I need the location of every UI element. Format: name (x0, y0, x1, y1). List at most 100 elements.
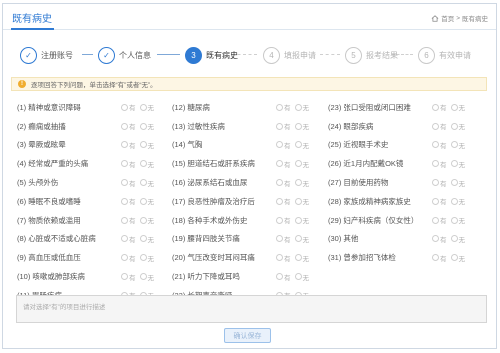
radio-option-no[interactable]: 无 (139, 102, 154, 112)
radio-option-no[interactable]: 无 (139, 234, 154, 244)
radio-option-no[interactable]: 无 (450, 121, 465, 131)
radio-button[interactable] (450, 216, 458, 224)
radio-option-yes[interactable]: 有 (276, 140, 291, 150)
radio-button[interactable] (121, 197, 128, 205)
radio-option-yes[interactable]: 有 (432, 215, 447, 225)
radio-button[interactable] (276, 235, 283, 243)
radio-button[interactable] (294, 141, 302, 149)
radio-button[interactable] (450, 235, 458, 243)
radio-option-yes[interactable]: 有 (276, 215, 291, 225)
radio-button[interactable] (139, 235, 147, 243)
radio-option-yes[interactable]: 有 (121, 140, 136, 150)
radio-option-yes[interactable]: 有 (432, 140, 447, 150)
radio-button[interactable] (121, 254, 128, 262)
radio-button[interactable] (450, 160, 458, 168)
radio-option-no[interactable]: 无 (139, 196, 154, 206)
radio-button[interactable] (121, 160, 128, 168)
radio-button[interactable] (139, 103, 147, 111)
radio-button[interactable] (294, 254, 302, 262)
radio-button[interactable] (276, 254, 283, 262)
radio-option-yes[interactable]: 有 (121, 234, 136, 244)
radio-button[interactable] (432, 254, 439, 262)
radio-button[interactable] (294, 235, 302, 243)
radio-button[interactable] (294, 160, 302, 168)
radio-option-yes[interactable]: 有 (432, 234, 447, 244)
radio-button[interactable] (139, 216, 147, 224)
radio-option-yes[interactable]: 有 (121, 102, 136, 112)
radio-option-yes[interactable]: 有 (276, 234, 291, 244)
radio-option-yes[interactable]: 有 (276, 121, 291, 131)
radio-button[interactable] (450, 197, 458, 205)
radio-button[interactable] (276, 197, 283, 205)
radio-option-yes[interactable]: 有 (121, 253, 136, 263)
radio-button[interactable] (121, 235, 128, 243)
radio-button[interactable] (139, 254, 147, 262)
radio-button[interactable] (139, 179, 147, 187)
radio-option-no[interactable]: 无 (139, 272, 154, 282)
radio-option-yes[interactable]: 有 (121, 215, 136, 225)
breadcrumb-home[interactable]: 首页 (441, 13, 454, 23)
radio-option-yes[interactable]: 有 (121, 196, 136, 206)
radio-button[interactable] (276, 160, 283, 168)
radio-option-yes[interactable]: 有 (432, 196, 447, 206)
radio-option-yes[interactable]: 有 (432, 159, 447, 169)
radio-button[interactable] (139, 197, 147, 205)
radio-option-yes[interactable]: 有 (432, 253, 447, 263)
radio-button[interactable] (276, 273, 283, 281)
radio-button[interactable] (121, 273, 128, 281)
radio-option-no[interactable]: 无 (294, 272, 309, 282)
radio-button[interactable] (432, 235, 439, 243)
radio-button[interactable] (432, 122, 439, 130)
radio-option-yes[interactable]: 有 (432, 121, 447, 131)
radio-option-yes[interactable]: 有 (121, 121, 136, 131)
radio-button[interactable] (294, 197, 302, 205)
radio-option-no[interactable]: 无 (450, 196, 465, 206)
radio-option-no[interactable]: 无 (139, 253, 154, 263)
radio-button[interactable] (294, 216, 302, 224)
confirm-save-button[interactable]: 确认保存 (224, 328, 271, 343)
radio-button[interactable] (450, 122, 458, 130)
radio-button[interactable] (450, 141, 458, 149)
radio-button[interactable] (139, 122, 147, 130)
radio-button[interactable] (276, 216, 283, 224)
radio-option-no[interactable]: 无 (450, 159, 465, 169)
radio-button[interactable] (450, 179, 458, 187)
radio-option-yes[interactable]: 有 (276, 178, 291, 188)
radio-option-yes[interactable]: 有 (276, 159, 291, 169)
radio-option-yes[interactable]: 有 (276, 196, 291, 206)
radio-button[interactable] (276, 122, 283, 130)
radio-button[interactable] (121, 179, 128, 187)
radio-option-no[interactable]: 无 (450, 140, 465, 150)
radio-option-yes[interactable]: 有 (432, 102, 447, 112)
description-textarea[interactable]: 请对选择“有”的项目进行描述 (16, 295, 487, 323)
radio-option-no[interactable]: 无 (294, 178, 309, 188)
radio-button[interactable] (294, 179, 302, 187)
radio-option-yes[interactable]: 有 (121, 159, 136, 169)
radio-option-yes[interactable]: 有 (276, 102, 291, 112)
radio-option-no[interactable]: 无 (294, 121, 309, 131)
radio-button[interactable] (121, 122, 128, 130)
radio-option-no[interactable]: 无 (139, 159, 154, 169)
radio-button[interactable] (139, 141, 147, 149)
radio-button[interactable] (121, 141, 128, 149)
radio-option-no[interactable]: 无 (450, 102, 465, 112)
radio-option-no[interactable]: 无 (294, 140, 309, 150)
radio-button[interactable] (450, 254, 458, 262)
radio-button[interactable] (276, 141, 283, 149)
radio-option-no[interactable]: 无 (294, 253, 309, 263)
radio-option-no[interactable]: 无 (294, 196, 309, 206)
radio-option-no[interactable]: 无 (139, 178, 154, 188)
radio-option-yes[interactable]: 有 (121, 178, 136, 188)
radio-button[interactable] (294, 122, 302, 130)
radio-option-yes[interactable]: 有 (121, 272, 136, 282)
radio-button[interactable] (276, 179, 283, 187)
radio-button[interactable] (432, 216, 439, 224)
radio-button[interactable] (121, 103, 128, 111)
radio-option-no[interactable]: 无 (450, 253, 465, 263)
radio-button[interactable] (294, 273, 302, 281)
radio-button[interactable] (139, 273, 147, 281)
radio-button[interactable] (432, 141, 439, 149)
radio-option-no[interactable]: 无 (450, 178, 465, 188)
radio-button[interactable] (121, 216, 128, 224)
radio-button[interactable] (432, 179, 439, 187)
